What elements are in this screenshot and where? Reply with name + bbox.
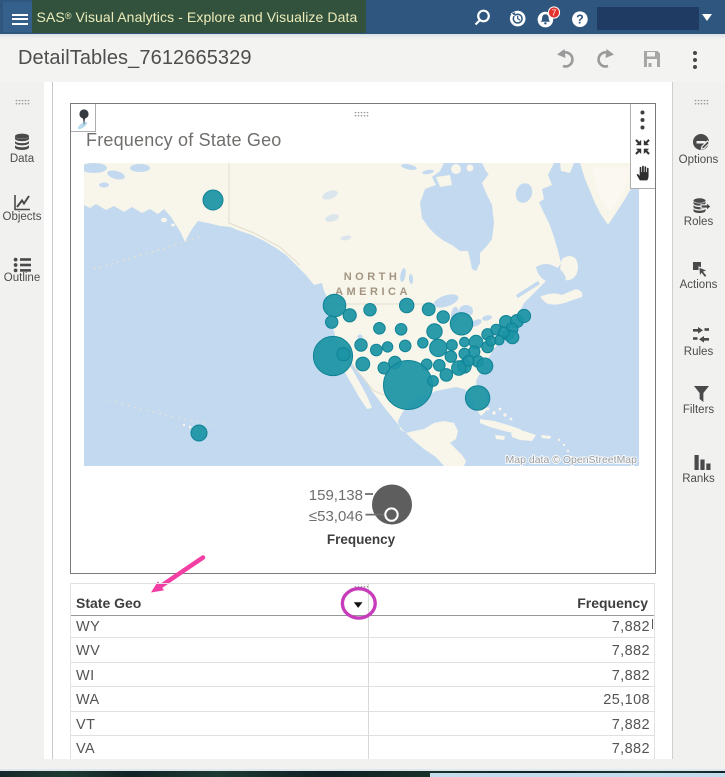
svg-text:Map data © OpenStreetMap: Map data © OpenStreetMap	[506, 454, 638, 466]
svg-text:?: ?	[576, 13, 584, 27]
svg-text:7: 7	[552, 8, 557, 18]
svg-text:AMERICA: AMERICA	[335, 286, 411, 298]
svg-text:NORTH: NORTH	[344, 271, 401, 283]
